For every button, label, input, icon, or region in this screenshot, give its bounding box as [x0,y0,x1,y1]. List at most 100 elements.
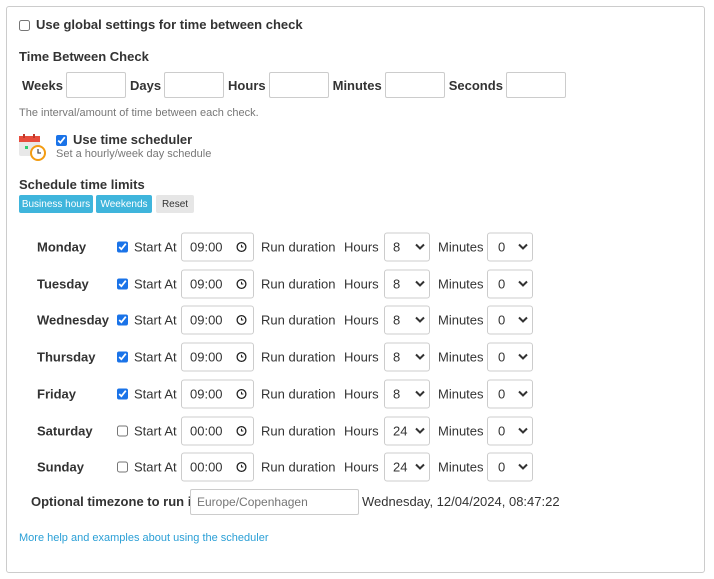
hours-input[interactable] [268,72,329,98]
minutes-label: Minutes [438,423,484,438]
day-enabled-checkbox[interactable] [117,241,128,253]
seconds-label: Seconds [448,77,503,93]
start-time-input[interactable]: 00:00 [181,416,254,445]
minutes-label: Minutes [332,77,382,93]
day-enabled-checkbox[interactable] [117,351,128,363]
day-label: Wednesday [37,312,110,328]
start-time-value: 09:00 [190,312,223,328]
clock-icon[interactable] [236,352,247,363]
business-hours-button[interactable]: Business hours [19,195,93,213]
seconds-input[interactable] [505,72,566,98]
clock-icon[interactable] [236,388,247,399]
weeks-label: Weeks [22,77,63,93]
hours-label: Hours [344,312,379,328]
clock-icon[interactable] [236,425,247,436]
start-time-input[interactable]: 09:00 [181,232,254,262]
calendar-clock-icon [19,134,46,161]
use-scheduler-hint: Set a hourly/week day schedule [56,148,212,160]
minutes-label: Minutes [438,276,484,292]
weekends-button[interactable]: Weekends [96,195,152,213]
timezone-input[interactable] [190,489,359,515]
hours-select[interactable]: 8 [384,269,430,299]
day-enabled-checkbox[interactable] [117,388,128,400]
chevron-down-icon [415,463,425,471]
hours-value: 24 [393,459,408,475]
minutes-select[interactable]: 0 [487,452,533,482]
hours-value: 8 [393,386,401,402]
start-time-input[interactable]: 09:00 [181,305,254,335]
day-enabled-checkbox[interactable] [117,425,128,436]
clock-icon[interactable] [236,241,247,253]
start-at-label: Start At [134,349,177,365]
time-between-title: Time Between Check [19,49,149,64]
hours-select[interactable]: 8 [384,232,430,262]
start-time-input[interactable]: 09:00 [181,269,254,299]
minutes-select[interactable]: 0 [487,305,533,335]
run-duration-label: Run duration [261,386,336,402]
run-duration-label: Run duration [261,423,336,438]
minutes-select[interactable]: 0 [487,342,533,372]
hours-value: 24 [393,423,408,438]
chevron-down-icon [415,427,425,434]
start-time-value: 09:00 [190,386,223,402]
hours-select[interactable]: 8 [384,379,430,409]
chevron-down-icon [518,463,528,471]
clock-icon[interactable] [236,462,247,473]
hours-select[interactable]: 8 [384,342,430,372]
minutes-select[interactable]: 0 [487,269,533,299]
chevron-down-icon [415,243,425,250]
scheduler-help-link[interactable]: More help and examples about using the s… [19,532,269,544]
minutes-select[interactable]: 0 [487,416,533,445]
schedule-limits-title: Schedule time limits [19,177,145,192]
day-label: Monday [37,239,87,255]
start-time-input[interactable]: 09:00 [181,379,254,409]
minutes-input[interactable] [384,72,445,98]
start-at-label: Start At [134,312,177,328]
clock-icon[interactable] [236,315,247,326]
hours-select[interactable]: 24 [384,416,430,445]
clock-icon[interactable] [236,278,247,289]
minutes-value: 0 [498,312,506,328]
global-settings-checkbox[interactable] [19,20,30,31]
run-duration-label: Run duration [261,459,336,475]
hours-select[interactable]: 24 [384,452,430,482]
day-label: Saturday [37,423,93,438]
days-label: Days [129,77,162,93]
minutes-label: Minutes [438,386,484,402]
minutes-select[interactable]: 0 [487,379,533,409]
start-time-input[interactable]: 00:00 [181,452,254,482]
timezone-label: Optional timezone to run in [31,494,200,509]
start-time-value: 09:00 [190,349,223,365]
reset-button[interactable]: Reset [156,195,194,213]
minutes-value: 0 [498,423,506,438]
start-at-label: Start At [134,276,177,292]
run-duration-label: Run duration [261,349,336,365]
chevron-down-icon [415,280,425,287]
weeks-input[interactable] [65,72,126,98]
day-label: Sunday [37,459,84,475]
minutes-select[interactable]: 0 [487,232,533,262]
hours-value: 8 [393,239,401,255]
start-time-input[interactable]: 09:00 [181,342,254,372]
run-duration-label: Run duration [261,239,336,255]
day-label: Tuesday [37,276,89,292]
day-enabled-checkbox[interactable] [117,461,128,473]
start-time-value: 00:00 [190,423,223,438]
day-row-monday: Monday Start At 09:00 Run duration Hours… [0,232,714,262]
use-scheduler-checkbox[interactable] [56,135,67,146]
days-input[interactable] [164,72,225,98]
minutes-label: Minutes [438,312,484,328]
chevron-down-icon [518,317,528,324]
hours-value: 8 [393,312,401,328]
hours-select[interactable]: 8 [384,305,430,335]
global-settings-label: Use global settings for time between che… [36,17,303,32]
day-enabled-checkbox[interactable] [117,314,128,326]
day-enabled-checkbox[interactable] [117,278,128,290]
day-row-thursday: Thursday Start At 09:00 Run duration Hou… [0,342,714,372]
day-row-sunday: Sunday Start At 00:00 Run duration Hours… [0,452,714,482]
day-row-friday: Friday Start At 09:00 Run duration Hours… [0,379,714,409]
start-time-value: 00:00 [190,459,223,475]
hours-label: Hours [344,276,379,292]
minutes-value: 0 [498,349,506,365]
day-label: Thursday [37,349,96,365]
